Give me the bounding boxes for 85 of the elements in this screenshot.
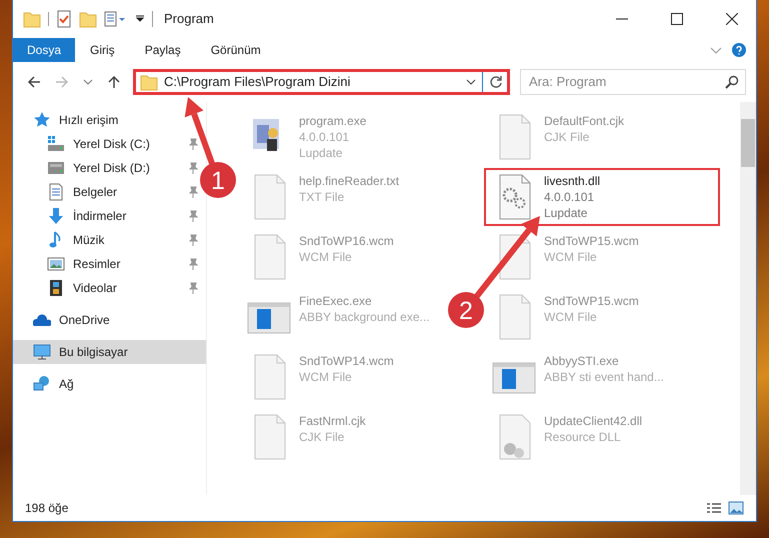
pin-icon xyxy=(188,234,198,246)
pin-icon xyxy=(188,282,198,294)
pin-icon xyxy=(188,258,198,270)
file-detail: Lupdate xyxy=(544,205,588,221)
sidebar-item[interactable]: Yerel Disk (C:) xyxy=(13,132,206,156)
file-name: livesnth.dll xyxy=(544,173,600,189)
help-icon[interactable] xyxy=(732,43,746,57)
file-name: SndToWP16.wcm xyxy=(299,233,394,249)
caret-icon[interactable] xyxy=(135,15,145,23)
sidebar-item[interactable]: Müzik xyxy=(13,228,206,252)
drive-icon xyxy=(47,135,65,153)
minimize-icon xyxy=(616,18,628,20)
ribbon-tab[interactable]: Giriş xyxy=(75,38,130,62)
sidebar-item[interactable]: Ağ xyxy=(13,372,206,396)
address-path: C:\Program Files\Program Dizini xyxy=(164,73,352,92)
file-detail: WCM File xyxy=(299,249,353,265)
scrollbar-thumb[interactable] xyxy=(741,119,755,167)
film-icon xyxy=(47,279,65,297)
file-detail: ABBY sti event hand... xyxy=(544,369,664,385)
pin-icon xyxy=(188,162,198,174)
ribbon-tab[interactable]: Paylaş xyxy=(130,38,196,62)
network-icon xyxy=(33,375,51,393)
large-icons-view-icon[interactable] xyxy=(728,501,744,515)
file-name: SndToWP15.wcm xyxy=(544,233,639,249)
file-name: help.fineReader.txt xyxy=(299,173,400,189)
pin-icon xyxy=(188,186,198,198)
file-name: FineExec.exe xyxy=(299,293,373,309)
file-detail: 4.0.0.101 xyxy=(299,129,350,145)
forward-icon xyxy=(55,75,69,89)
sidebar-item[interactable]: OneDrive xyxy=(13,308,206,332)
file-menu-tab[interactable]: Dosya xyxy=(13,38,76,62)
chevron-down-icon[interactable] xyxy=(710,46,722,54)
file-name: SndToWP15.wcm xyxy=(544,293,639,309)
search-icon xyxy=(725,75,739,89)
step-number-badge: 2 xyxy=(448,292,484,328)
file-detail: WCM File xyxy=(544,249,598,265)
sidebar-item[interactable]: İndirmeler xyxy=(13,204,206,228)
star-icon xyxy=(33,111,51,129)
file-name: AbbyySTI.exe xyxy=(544,353,620,369)
properties-icon xyxy=(104,10,128,28)
checklist-icon xyxy=(56,10,72,28)
step-number-badge: 1 xyxy=(200,162,236,198)
close-icon xyxy=(726,13,738,25)
pin-icon xyxy=(188,138,198,150)
document-icon xyxy=(47,183,65,201)
file-detail: WCM File xyxy=(544,309,598,325)
search-box[interactable]: Ara: Program xyxy=(520,69,746,95)
file-detail: Lupdate xyxy=(299,145,344,161)
sidebar-item[interactable]: Resimler xyxy=(13,252,206,276)
folder-icon xyxy=(79,10,97,28)
download-arrow-icon xyxy=(47,207,65,225)
address-field[interactable]: C:\Program Files\Program Dizini xyxy=(133,69,510,95)
sidebar-item[interactable]: Bu bilgisayar xyxy=(13,340,206,364)
item-count: 198 öğe xyxy=(25,500,70,517)
window-title: Program xyxy=(164,10,214,28)
file-name: SndToWP14.wcm xyxy=(299,353,394,369)
scrollbar[interactable] xyxy=(740,102,756,495)
sidebar-item[interactable]: Hızlı erişim xyxy=(13,108,206,132)
up-icon xyxy=(107,75,121,89)
ribbon-tab[interactable]: Görünüm xyxy=(196,38,276,62)
picture-icon xyxy=(47,255,65,273)
back-icon xyxy=(27,75,41,89)
file-name: DefaultFont.cjk xyxy=(544,113,624,129)
file-name: UpdateClient42.dll xyxy=(544,413,642,429)
recent-icon xyxy=(83,79,93,85)
file-name: FastNrml.cjk xyxy=(299,413,366,429)
drive-icon xyxy=(47,159,65,177)
file-item[interactable]: livesnth.dll 4.0.0.101 Lupdate xyxy=(484,168,720,226)
file-detail: CJK File xyxy=(299,429,346,445)
folder-icon xyxy=(140,73,158,91)
file-detail: Resource DLL xyxy=(544,429,622,445)
file-name: program.exe xyxy=(299,113,366,129)
computer-icon xyxy=(33,343,51,361)
dropdown-icon[interactable] xyxy=(466,79,476,85)
file-detail: WCM File xyxy=(299,369,353,385)
maximize-icon xyxy=(671,13,683,25)
sidebar-item[interactable]: Videolar xyxy=(13,276,206,300)
file-detail: 4.0.0.101 xyxy=(544,189,596,205)
refresh-icon[interactable] xyxy=(489,75,503,89)
file-detail: CJK File xyxy=(544,129,590,145)
folder-icon xyxy=(23,10,41,28)
details-view-icon[interactable] xyxy=(706,502,722,514)
file-detail: TXT File xyxy=(299,189,346,205)
pin-icon xyxy=(188,210,198,222)
file-detail: ABBY background exe... xyxy=(299,309,430,325)
